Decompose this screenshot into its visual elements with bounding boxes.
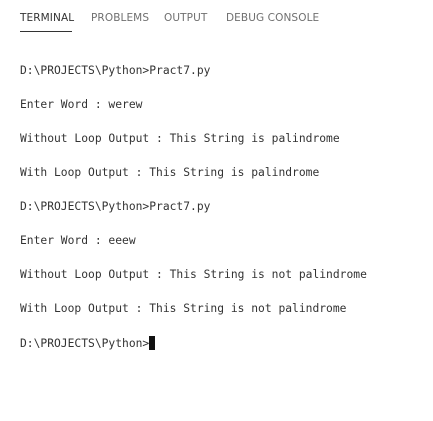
terminal-line: With Loop Output : This String is palind… <box>20 166 320 179</box>
terminal-prompt-line[interactable]: D:\PROJECTS\Python> <box>20 336 156 351</box>
terminal-line: D:\PROJECTS\Python>Pract7.py <box>20 200 211 213</box>
terminal-line: D:\PROJECTS\Python>Pract7.py <box>20 64 211 77</box>
text-cursor <box>149 336 156 350</box>
terminal-line: With Loop Output : This String is not pa… <box>20 302 347 315</box>
terminal-line: Enter Word : eeew <box>20 234 136 247</box>
terminal-line: Enter Word : werew <box>20 98 143 111</box>
terminal-line: Without Loop Output : This String is pal… <box>20 132 340 145</box>
terminal-prompt: D:\PROJECTS\Python> <box>20 337 150 350</box>
terminal-output[interactable]: D:\PROJECTS\Python>Pract7.py Enter Word … <box>20 0 425 421</box>
terminal-line: Without Loop Output : This String is not… <box>20 268 367 281</box>
